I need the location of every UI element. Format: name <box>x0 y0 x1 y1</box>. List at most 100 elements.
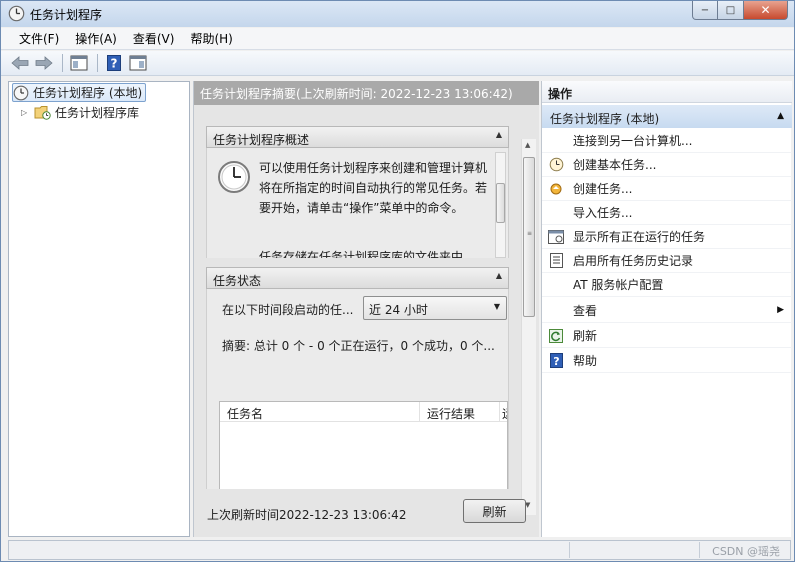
blank-icon <box>548 277 564 293</box>
clock-icon <box>548 157 564 173</box>
status-bar: CSDN @瑶尧 <box>8 540 791 560</box>
watermark: CSDN @瑶尧 <box>712 545 780 558</box>
menu-help[interactable]: 帮助(H) <box>182 30 240 47</box>
refresh-icon <box>548 328 564 344</box>
action-connect-computer[interactable]: 连接到另一台计算机... <box>542 129 792 153</box>
action-refresh[interactable]: 刷新 <box>542 324 792 348</box>
forward-button[interactable] <box>33 53 55 73</box>
task-icon <box>548 181 564 197</box>
action-show-running-tasks[interactable]: 显示所有正在运行的任务 <box>542 225 792 249</box>
minimize-button[interactable]: − <box>692 1 718 20</box>
blank-icon <box>548 303 564 319</box>
expand-icon[interactable]: ▷ <box>21 108 31 117</box>
status-section-title: 任务状态 <box>213 274 262 288</box>
blank-icon <box>548 133 564 149</box>
submenu-arrow-icon: ▶ <box>777 305 784 315</box>
title-bar[interactable]: 任务计划程序 − □ ✕ <box>1 1 794 27</box>
large-clock-icon <box>218 161 250 193</box>
actions-group-header[interactable]: 任务计划程序 (本地) ▲ <box>542 105 792 128</box>
maximize-button[interactable]: □ <box>718 1 744 20</box>
time-period-value: 近 24 小时 <box>369 303 428 317</box>
overview-scroll-thumb[interactable] <box>496 183 505 223</box>
overview-text: 可以使用任务计划程序来创建和管理计算机将在所指定的时间自动执行的常见任务。若要开… <box>259 161 488 215</box>
menu-view[interactable]: 查看(V) <box>125 30 183 47</box>
actions-group-label: 任务计划程序 (本地) <box>550 112 660 126</box>
collapse-icon[interactable]: ▲ <box>496 271 502 280</box>
forward-arrow-icon <box>35 56 53 70</box>
action-label: 创建基本任务... <box>573 158 657 172</box>
action-label: 显示所有正在运行的任务 <box>573 230 706 244</box>
task-summary: 摘要: 总计 0 个 - 0 个正在运行，0 个成功，0 个... <box>222 339 495 353</box>
menu-file[interactable]: 文件(F) <box>11 30 67 47</box>
show-action-pane-button[interactable] <box>127 53 149 73</box>
action-label: 创建任务... <box>573 182 633 196</box>
blank-icon <box>548 205 564 221</box>
column-run-result[interactable]: 运行结果 <box>420 402 500 422</box>
action-view[interactable]: 查看 ▶ <box>542 299 792 323</box>
menu-action[interactable]: 操作(A) <box>67 30 125 47</box>
tree-item-library[interactable]: ▷ 任务计划程序库 <box>21 103 139 122</box>
console-tree-icon <box>70 55 88 71</box>
back-button[interactable] <box>9 53 31 73</box>
refresh-button[interactable]: 刷新 <box>463 499 526 523</box>
action-label: 启用所有任务历史记录 <box>573 254 694 268</box>
center-scroll-thumb[interactable]: ≡ <box>523 157 535 317</box>
table-header: 任务名 运行结果 运 <box>220 402 507 422</box>
overview-section-title: 任务计划程序概述 <box>213 133 310 147</box>
folder-clock-icon <box>34 106 51 120</box>
svg-text:?: ? <box>553 355 559 368</box>
time-period-select[interactable]: 近 24 小时 ▼ <box>363 296 507 320</box>
action-create-basic-task[interactable]: 创建基本任务... <box>542 153 792 177</box>
grip-icon: ≡ <box>527 230 533 237</box>
task-scheduler-icon <box>8 5 25 22</box>
status-section-header[interactable]: 任务状态 ▲ <box>206 267 509 289</box>
action-label: 查看 <box>573 304 598 318</box>
toolbar: ? <box>1 51 794 76</box>
tree-item-root-label: 任务计划程序 (本地) <box>33 86 143 100</box>
collapse-icon[interactable]: ▲ <box>496 130 502 139</box>
action-create-task[interactable]: 创建任务... <box>542 177 792 201</box>
action-enable-history[interactable]: 启用所有任务历史记录 <box>542 249 792 273</box>
collapse-icon[interactable]: ▲ <box>777 111 784 121</box>
overview-section-header[interactable]: 任务计划程序概述 ▲ <box>206 126 509 148</box>
toolbar-separator <box>97 54 98 72</box>
running-tasks-icon <box>548 229 564 245</box>
toolbar-separator <box>62 54 63 72</box>
menu-bar: 文件(F) 操作(A) 查看(V) 帮助(H) <box>1 28 794 50</box>
overview-scrollbar[interactable] <box>495 152 506 258</box>
status-section-body: 在以下时间段启动的任... 近 24 小时 ▼ 摘要: 总计 0 个 - 0 个… <box>206 289 509 489</box>
column-task-name[interactable]: 任务名 <box>220 402 420 422</box>
action-label: AT 服务帐户配置 <box>573 278 664 292</box>
action-help[interactable]: ? 帮助 <box>542 349 792 373</box>
chevron-down-icon: ▼ <box>493 302 500 311</box>
action-label: 刷新 <box>573 329 598 343</box>
action-label: 连接到另一台计算机... <box>573 134 693 148</box>
close-button[interactable]: ✕ <box>744 1 788 20</box>
center-pane: 任务计划程序摘要(上次刷新时间: 2022-12-23 13:06:42) 任务… <box>193 81 539 537</box>
time-period-label: 在以下时间段启动的任... <box>222 303 354 317</box>
overview-text-cut: 任务存储在任务计划程序库的文件夹中 <box>259 250 464 258</box>
scroll-up-icon[interactable]: ▲ <box>525 141 530 149</box>
action-import-task[interactable]: 导入任务... <box>542 201 792 225</box>
tree-item-library-label: 任务计划程序库 <box>55 106 140 120</box>
status-divider <box>699 542 700 558</box>
clock-icon <box>13 85 29 100</box>
column-run-start[interactable]: 运 <box>500 402 507 422</box>
show-console-tree-button[interactable] <box>68 53 90 73</box>
window-controls: − □ ✕ <box>692 1 788 20</box>
overview-section-body: 可以使用任务计划程序来创建和管理计算机将在所指定的时间自动执行的常见任务。若要开… <box>206 148 509 258</box>
window-title: 任务计划程序 <box>30 8 103 22</box>
tree-item-root[interactable]: 任务计划程序 (本地) <box>12 83 147 102</box>
actions-title: 操作 <box>542 81 792 103</box>
help-toolbar-button[interactable]: ? <box>103 53 125 73</box>
status-divider <box>569 542 570 558</box>
summary-body: 任务计划程序概述 ▲ 可以使用任务计划程序来创建和管理计算机将在所指定的时间自动… <box>194 105 539 537</box>
task-status-table[interactable]: 任务名 运行结果 运 <box>219 401 508 489</box>
center-scrollbar[interactable]: ▲ ≡ ▼ <box>521 139 536 515</box>
history-icon <box>548 253 564 269</box>
back-arrow-icon <box>11 56 29 70</box>
action-at-service-account[interactable]: AT 服务帐户配置 <box>542 273 792 297</box>
action-label: 导入任务... <box>573 206 633 220</box>
help-icon: ? <box>107 55 121 71</box>
last-refresh-text: 上次刷新时间2022-12-23 13:06:42 <box>207 508 407 522</box>
